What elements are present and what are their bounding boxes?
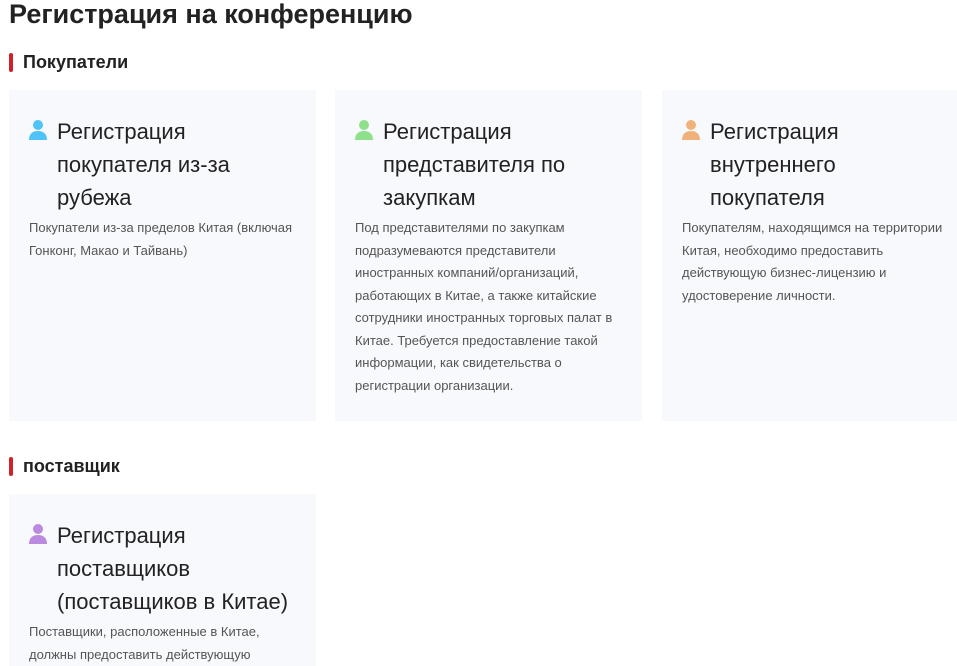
user-icon bbox=[682, 120, 700, 140]
card-description: Покупателям, находящимся на территории К… bbox=[682, 220, 943, 303]
card-overseas-buyer-registration[interactable]: Регистрация покупателя из-за рубежа Поку… bbox=[9, 90, 316, 421]
card-purchasing-representative-registration[interactable]: Регистрация представителя по закупкам По… bbox=[335, 90, 642, 421]
section-heading-label: поставщик bbox=[23, 456, 120, 476]
page-title: Регистрация на конференцию bbox=[9, 0, 413, 29]
user-icon bbox=[29, 120, 47, 140]
section-heading-label: Покупатели bbox=[23, 52, 129, 72]
card-title: Регистрация поставщиков (поставщиков в К… bbox=[57, 523, 289, 614]
section-accent-bar bbox=[9, 52, 13, 72]
card-title: Регистрация внутреннего покупателя bbox=[710, 119, 839, 210]
card-description: Поставщики, расположенные в Китае, должн… bbox=[29, 624, 260, 662]
card-domestic-buyer-registration[interactable]: Регистрация внутреннего покупателя Покуп… bbox=[662, 90, 957, 421]
user-icon bbox=[29, 524, 47, 544]
card-title: Регистрация покупателя из-за рубежа bbox=[57, 119, 230, 210]
section-accent-bar bbox=[9, 456, 13, 476]
card-supplier-registration[interactable]: Регистрация поставщиков (поставщиков в К… bbox=[9, 494, 316, 666]
card-title: Регистрация представителя по закупкам bbox=[383, 119, 566, 210]
card-description: Покупатели из-за пределов Китая (включая… bbox=[29, 220, 293, 258]
section-heading-buyers: Покупатели bbox=[9, 52, 128, 72]
user-icon bbox=[355, 120, 373, 140]
card-description: Под представителями по закупкам подразум… bbox=[355, 220, 613, 393]
section-heading-suppliers: поставщик bbox=[9, 456, 120, 476]
